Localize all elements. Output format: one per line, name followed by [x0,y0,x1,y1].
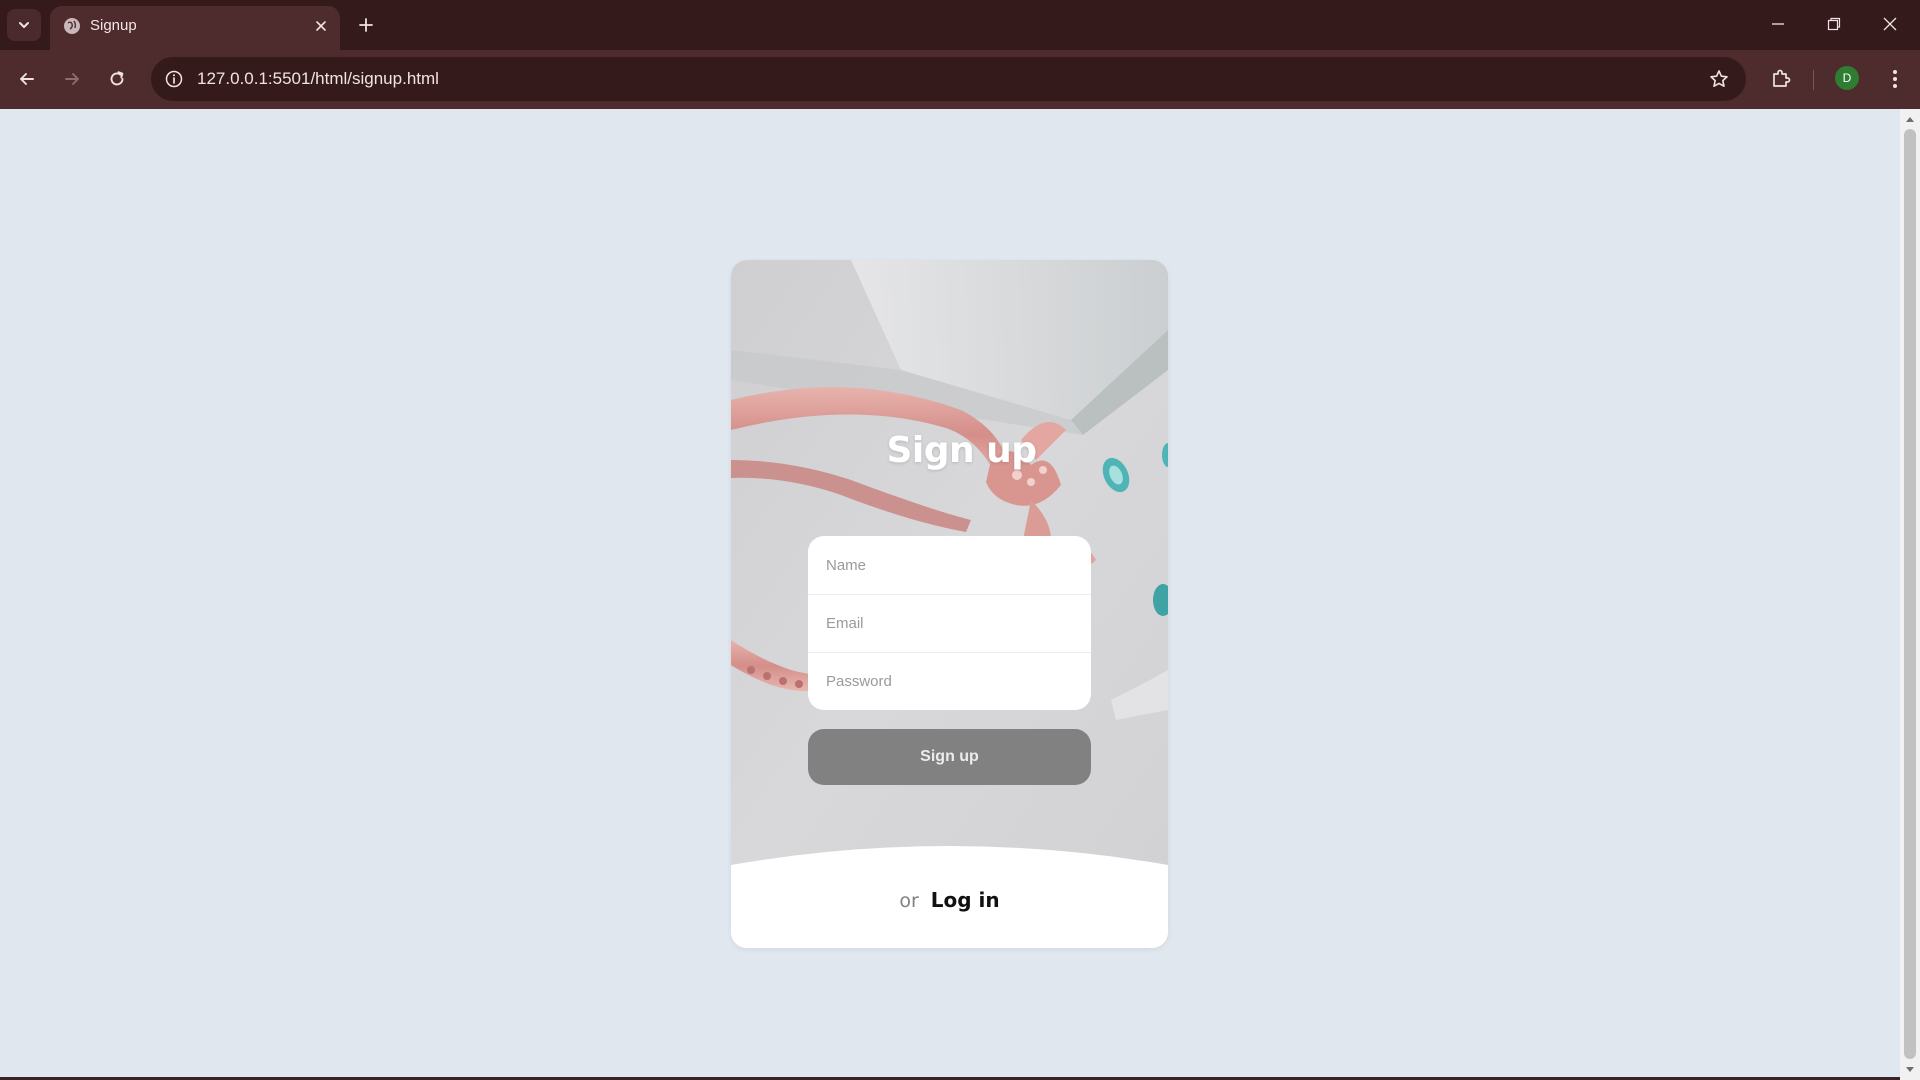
name-input[interactable] [808,536,1091,594]
tab-close-button[interactable] [310,15,332,37]
puzzle-icon [1773,69,1791,87]
scroll-up-arrow-icon [1906,117,1914,122]
window-close-button[interactable] [1866,6,1914,42]
close-icon [316,21,326,31]
plus-icon [359,18,373,32]
password-input[interactable] [808,652,1091,710]
browser-menu-button[interactable] [1880,62,1910,96]
window-close-icon [1883,17,1897,31]
signup-form-fields [808,536,1091,710]
address-bar[interactable]: 127.0.0.1:5501/html/signup.html [151,57,1746,101]
browser-toolbar: 127.0.0.1:5501/html/signup.html [0,50,1920,109]
extensions-button[interactable] [1764,62,1798,96]
info-icon [165,70,183,88]
login-link[interactable]: Log in [931,888,1000,912]
back-button[interactable] [10,62,44,96]
globe-icon [64,18,80,34]
tab-list-button[interactable] [7,9,41,41]
minimize-icon [1772,23,1784,25]
page-scrollbar[interactable] [1900,109,1920,1080]
or-text: or [899,890,919,912]
star-icon [1710,70,1728,87]
forward-arrow-icon [65,73,79,85]
kebab-menu-icon [1893,70,1897,88]
tab-list-icon [19,22,29,28]
site-info-button[interactable] [161,66,187,92]
profile-avatar[interactable]: D [1835,66,1859,90]
login-prompt: or Log in [731,888,1168,912]
signup-title: Sign up [886,430,1037,471]
new-tab-button[interactable] [352,11,380,39]
signup-button[interactable]: Sign up [808,729,1091,785]
card-footer: or Log in [731,845,1168,948]
url-text[interactable]: 127.0.0.1:5501/html/signup.html [197,69,439,89]
scroll-down-arrow-icon [1906,1067,1914,1072]
email-input[interactable] [808,594,1091,652]
bookmark-button[interactable] [1706,66,1732,92]
scroll-up-button[interactable] [1900,111,1920,127]
toolbar-divider [1813,70,1814,90]
minimize-button[interactable] [1754,6,1802,42]
restore-button[interactable] [1810,6,1858,42]
reload-icon [110,71,124,86]
signup-card: Sign up Sign up or Log in [731,260,1168,948]
back-arrow-icon [20,73,34,85]
active-tab[interactable]: Signup [50,6,340,50]
forward-button[interactable] [55,62,89,96]
tab-title: Signup [90,17,137,34]
scroll-down-button[interactable] [1900,1062,1920,1078]
restore-icon [1827,17,1841,31]
browser-tab-strip: Signup [0,0,1920,50]
scrollbar-thumb[interactable] [1904,129,1916,1059]
reload-button[interactable] [100,62,134,96]
